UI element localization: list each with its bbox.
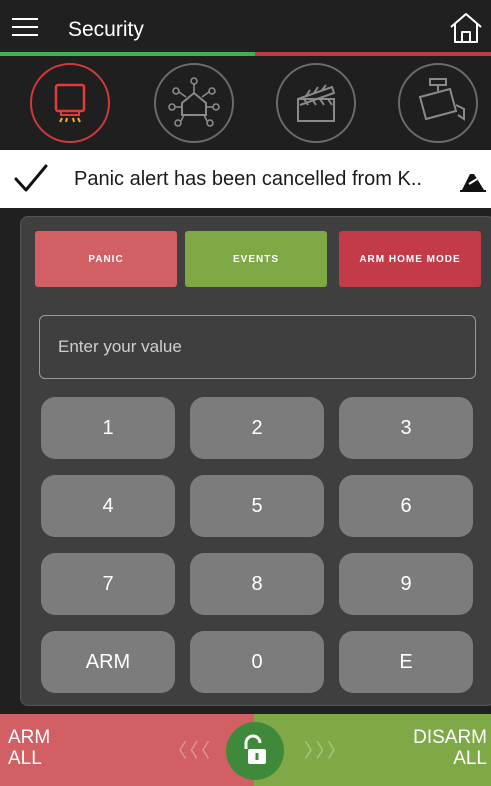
disarm-all-zone[interactable]: 〉〉〉 DISARM ALL [254, 714, 491, 786]
key-7[interactable]: 7 [41, 553, 175, 615]
key-1[interactable]: 1 [41, 397, 175, 459]
arm-all-line2: ALL [8, 748, 42, 769]
key-3[interactable]: 3 [339, 397, 473, 459]
disarm-all-label: DISARM ALL [397, 727, 487, 769]
key-9[interactable]: 9 [339, 553, 473, 615]
category-tabs [0, 56, 491, 150]
notification-bar: Panic alert has been cancelled from K.. [0, 150, 491, 208]
arm-all-label: ARM ALL [8, 727, 88, 769]
notification-text: Panic alert has been cancelled from K.. [74, 168, 422, 190]
right-chevrons: 〉〉〉 [304, 741, 349, 762]
key-enter[interactable]: E [339, 631, 473, 693]
page-title: Security [68, 18, 144, 41]
panic-button[interactable]: PANIC [35, 231, 177, 287]
clapperboard-icon [297, 84, 336, 122]
arm-home-mode-button[interactable]: ARM HOME MODE [339, 231, 481, 287]
left-chevrons: 〈〈〈 [168, 741, 213, 762]
arm-all-line1: ARM [8, 727, 51, 748]
key-6[interactable]: 6 [339, 475, 473, 537]
hamburger-menu-icon[interactable] [12, 16, 38, 38]
tab-smart-home[interactable] [154, 63, 234, 143]
arm-all-zone[interactable]: ARM ALL 〈〈〈 [0, 714, 254, 786]
slider-knob[interactable] [226, 722, 284, 780]
key-arm[interactable]: ARM [41, 631, 175, 693]
siren-icon [54, 83, 86, 123]
key-2[interactable]: 2 [190, 397, 324, 459]
key-4[interactable]: 4 [41, 475, 175, 537]
keypad: PANIC EVENTS ARM HOME MODE 1 2 3 4 5 6 7… [20, 216, 491, 706]
key-5[interactable]: 5 [190, 475, 324, 537]
events-button[interactable]: EVENTS [185, 231, 327, 287]
keypad-panel: PANIC EVENTS ARM HOME MODE 1 2 3 4 5 6 7… [0, 208, 491, 714]
tab-scenes[interactable] [276, 63, 356, 143]
key-8[interactable]: 8 [190, 553, 324, 615]
app-header: Security [0, 0, 491, 56]
value-input[interactable] [39, 315, 476, 379]
tab-siren[interactable] [30, 63, 110, 143]
eraser-icon[interactable] [460, 170, 486, 192]
key-0[interactable]: 0 [190, 631, 324, 693]
unlocked-padlock-icon [244, 734, 266, 764]
tab-cameras[interactable] [398, 63, 478, 143]
security-camera-icon [418, 78, 465, 121]
disarm-all-line2: ALL [453, 748, 487, 769]
smart-home-network-icon [168, 77, 220, 127]
arm-disarm-slider[interactable]: ARM ALL 〈〈〈 〉〉〉 DISARM ALL [0, 714, 491, 786]
disarm-all-line1: DISARM [413, 727, 487, 748]
home-icon[interactable] [448, 10, 484, 46]
check-icon [14, 164, 48, 192]
